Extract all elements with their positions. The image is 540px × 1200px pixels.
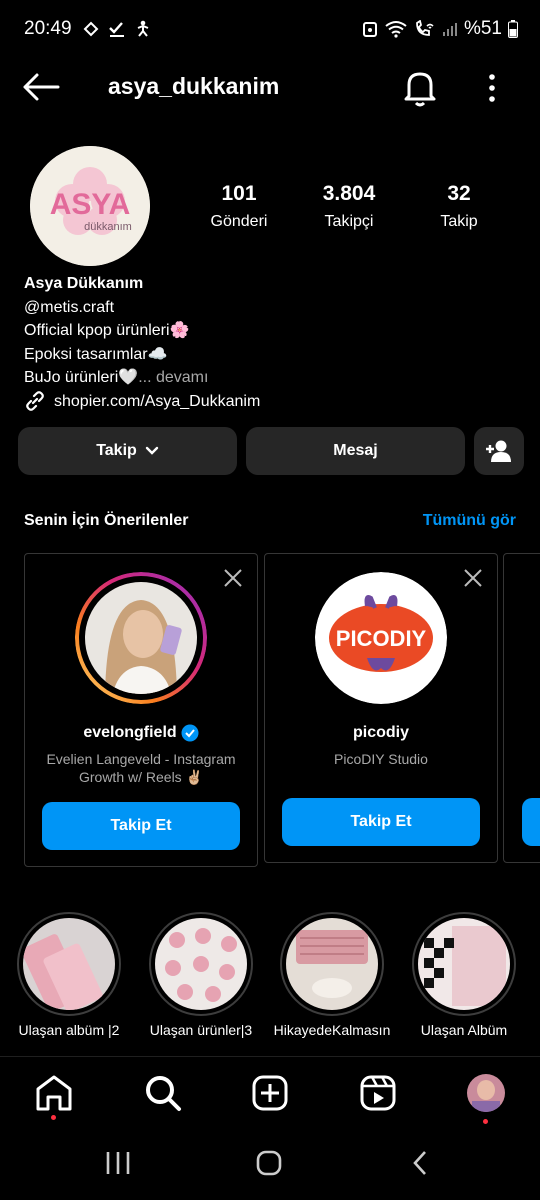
profile-bio: Asya Dükkanım @metis.craft Official kpop… xyxy=(24,272,524,413)
bell-icon[interactable] xyxy=(402,68,438,108)
suggestion-card-partial[interactable] xyxy=(503,553,540,863)
search-icon[interactable] xyxy=(143,1073,183,1113)
wifi-icon xyxy=(385,21,407,38)
see-all-link[interactable]: Tümünü gör xyxy=(423,512,516,530)
suggestion-card[interactable]: evelongfield Evelien Langeveld - Instagr… xyxy=(24,553,258,867)
follow-suggestion-button[interactable]: Takip Et xyxy=(282,798,480,846)
suggestions-title: Senin İçin Önerilenler xyxy=(24,512,189,529)
profile-header: asya_dukkanim xyxy=(0,60,540,116)
system-navigation xyxy=(0,1132,540,1200)
link-icon xyxy=(26,391,44,412)
highlight-cover xyxy=(418,918,510,1010)
profile-stats: 101 Gönderi 3.804 Takipçi 32 Takip xyxy=(184,182,514,231)
suggestion-card[interactable]: PICODIY picodiy PicoDIY Studio Takip Et xyxy=(264,553,498,863)
profile-actions: Takip Mesaj xyxy=(18,427,524,475)
profile-display-name: Asya Dükkanım xyxy=(24,275,144,292)
website-text: shopier.com/Asya_Dukkanim xyxy=(54,392,261,410)
add-user-icon xyxy=(486,440,511,462)
alarm-icon xyxy=(362,22,377,37)
highlight-label: Ulaşan Albüm xyxy=(420,1022,508,1038)
suggestion-username: picodiy xyxy=(352,724,409,741)
stat-posts[interactable]: 101 Gönderi xyxy=(184,182,294,231)
highlight-item[interactable]: Ulaşan albüm |2 xyxy=(5,912,133,1038)
checklist-icon xyxy=(109,22,124,37)
suggestion-avatar[interactable]: PICODIY xyxy=(315,572,447,704)
signal-icon xyxy=(442,23,457,36)
stat-following[interactable]: 32 Takip xyxy=(404,182,514,231)
bio-line: BuJo ürünleri🤍 xyxy=(24,369,139,386)
bio-line: Official kpop ürünleri🌸 xyxy=(24,322,190,339)
highlight-item[interactable]: Ulaşan ürünler|3 xyxy=(137,912,265,1038)
profile-tab-avatar[interactable] xyxy=(466,1073,506,1113)
bio-more-link[interactable]: ... devamı xyxy=(138,369,208,386)
stat-label: Gönderi xyxy=(210,213,268,230)
navigation-icon xyxy=(83,21,99,37)
message-button[interactable]: Mesaj xyxy=(246,427,465,475)
highlight-label: Ulaşan albüm |2 xyxy=(18,1022,120,1038)
suggestion-subtitle: Evelien Langeveld - Instagram Growth w/ … xyxy=(46,751,236,785)
following-label: Takip xyxy=(96,442,137,459)
follow-suggestion-button[interactable]: Takip Et xyxy=(42,802,240,850)
verified-badge-icon xyxy=(181,724,199,742)
picodiy-logo-text: PICODIY xyxy=(336,626,427,651)
accessibility-icon xyxy=(137,20,149,37)
status-time: 20:49 xyxy=(24,18,72,39)
stat-value: 32 xyxy=(447,182,471,205)
back-system-icon[interactable] xyxy=(410,1150,430,1176)
wifi-call-icon xyxy=(416,20,434,36)
suggestion-subtitle: PicoDIY Studio xyxy=(334,751,428,767)
highlight-cover xyxy=(155,918,247,1010)
message-label: Mesaj xyxy=(333,442,378,459)
chevron-down-icon xyxy=(145,446,158,455)
stat-label: Takipçi xyxy=(324,213,374,230)
more-options-icon[interactable] xyxy=(480,70,504,106)
highlight-item[interactable]: HikayedeKalmasın xyxy=(268,912,396,1038)
profile-website[interactable]: shopier.com/Asya_Dukkanim xyxy=(24,390,524,414)
bio-line-last: BuJo ürünleri🤍... devamı xyxy=(24,366,524,390)
recent-apps-icon[interactable] xyxy=(104,1150,132,1176)
profile-username: asya_dukkanim xyxy=(108,73,280,99)
highlight-label: HikayedeKalmasın xyxy=(273,1022,391,1038)
battery-icon xyxy=(508,20,518,38)
suggestion-avatar[interactable] xyxy=(75,572,207,704)
highlight-item[interactable]: Ulaşan Albüm xyxy=(400,912,528,1038)
profile-handle[interactable]: @metis.craft xyxy=(24,296,524,320)
reels-icon[interactable] xyxy=(358,1073,398,1113)
suggest-users-button[interactable] xyxy=(474,427,524,475)
back-arrow-icon[interactable] xyxy=(22,72,60,102)
bottom-navigation xyxy=(0,1056,540,1132)
stat-value: 3.804 xyxy=(322,182,376,205)
highlight-label: Ulaşan ürünler|3 xyxy=(149,1022,253,1038)
avatar-text: ASYA xyxy=(50,188,131,221)
home-icon[interactable] xyxy=(34,1073,74,1113)
bio-line: Epoksi tasarımlar☁️ xyxy=(24,345,168,363)
home-notification-dot xyxy=(51,1115,56,1120)
follow-suggestion-button-partial[interactable] xyxy=(522,798,540,846)
stat-followers[interactable]: 3.804 Takipçi xyxy=(294,182,404,231)
profile-avatar[interactable]: ASYA dükkanım xyxy=(30,146,150,266)
battery-percent: %51 xyxy=(463,18,502,39)
close-icon[interactable] xyxy=(463,568,483,588)
stat-label: Takip xyxy=(440,213,478,230)
avatar-logo: ASYA dükkanım xyxy=(30,146,150,266)
suggestion-username: evelongfield xyxy=(83,724,177,741)
highlight-cover xyxy=(21,918,115,1013)
create-post-icon[interactable] xyxy=(250,1073,290,1113)
close-icon[interactable] xyxy=(223,568,243,588)
stat-value: 101 xyxy=(221,182,257,205)
home-system-icon[interactable] xyxy=(256,1150,282,1176)
profile-notification-dot xyxy=(483,1119,488,1124)
avatar-subtext: dükkanım xyxy=(84,221,132,233)
story-highlights: Ulaşan albüm |2 Ulaşan ürünler|3 Hikayed… xyxy=(0,912,540,1052)
status-bar: 20:49 %51 xyxy=(0,0,540,60)
following-button[interactable]: Takip xyxy=(18,427,237,475)
highlight-cover xyxy=(286,918,378,1010)
